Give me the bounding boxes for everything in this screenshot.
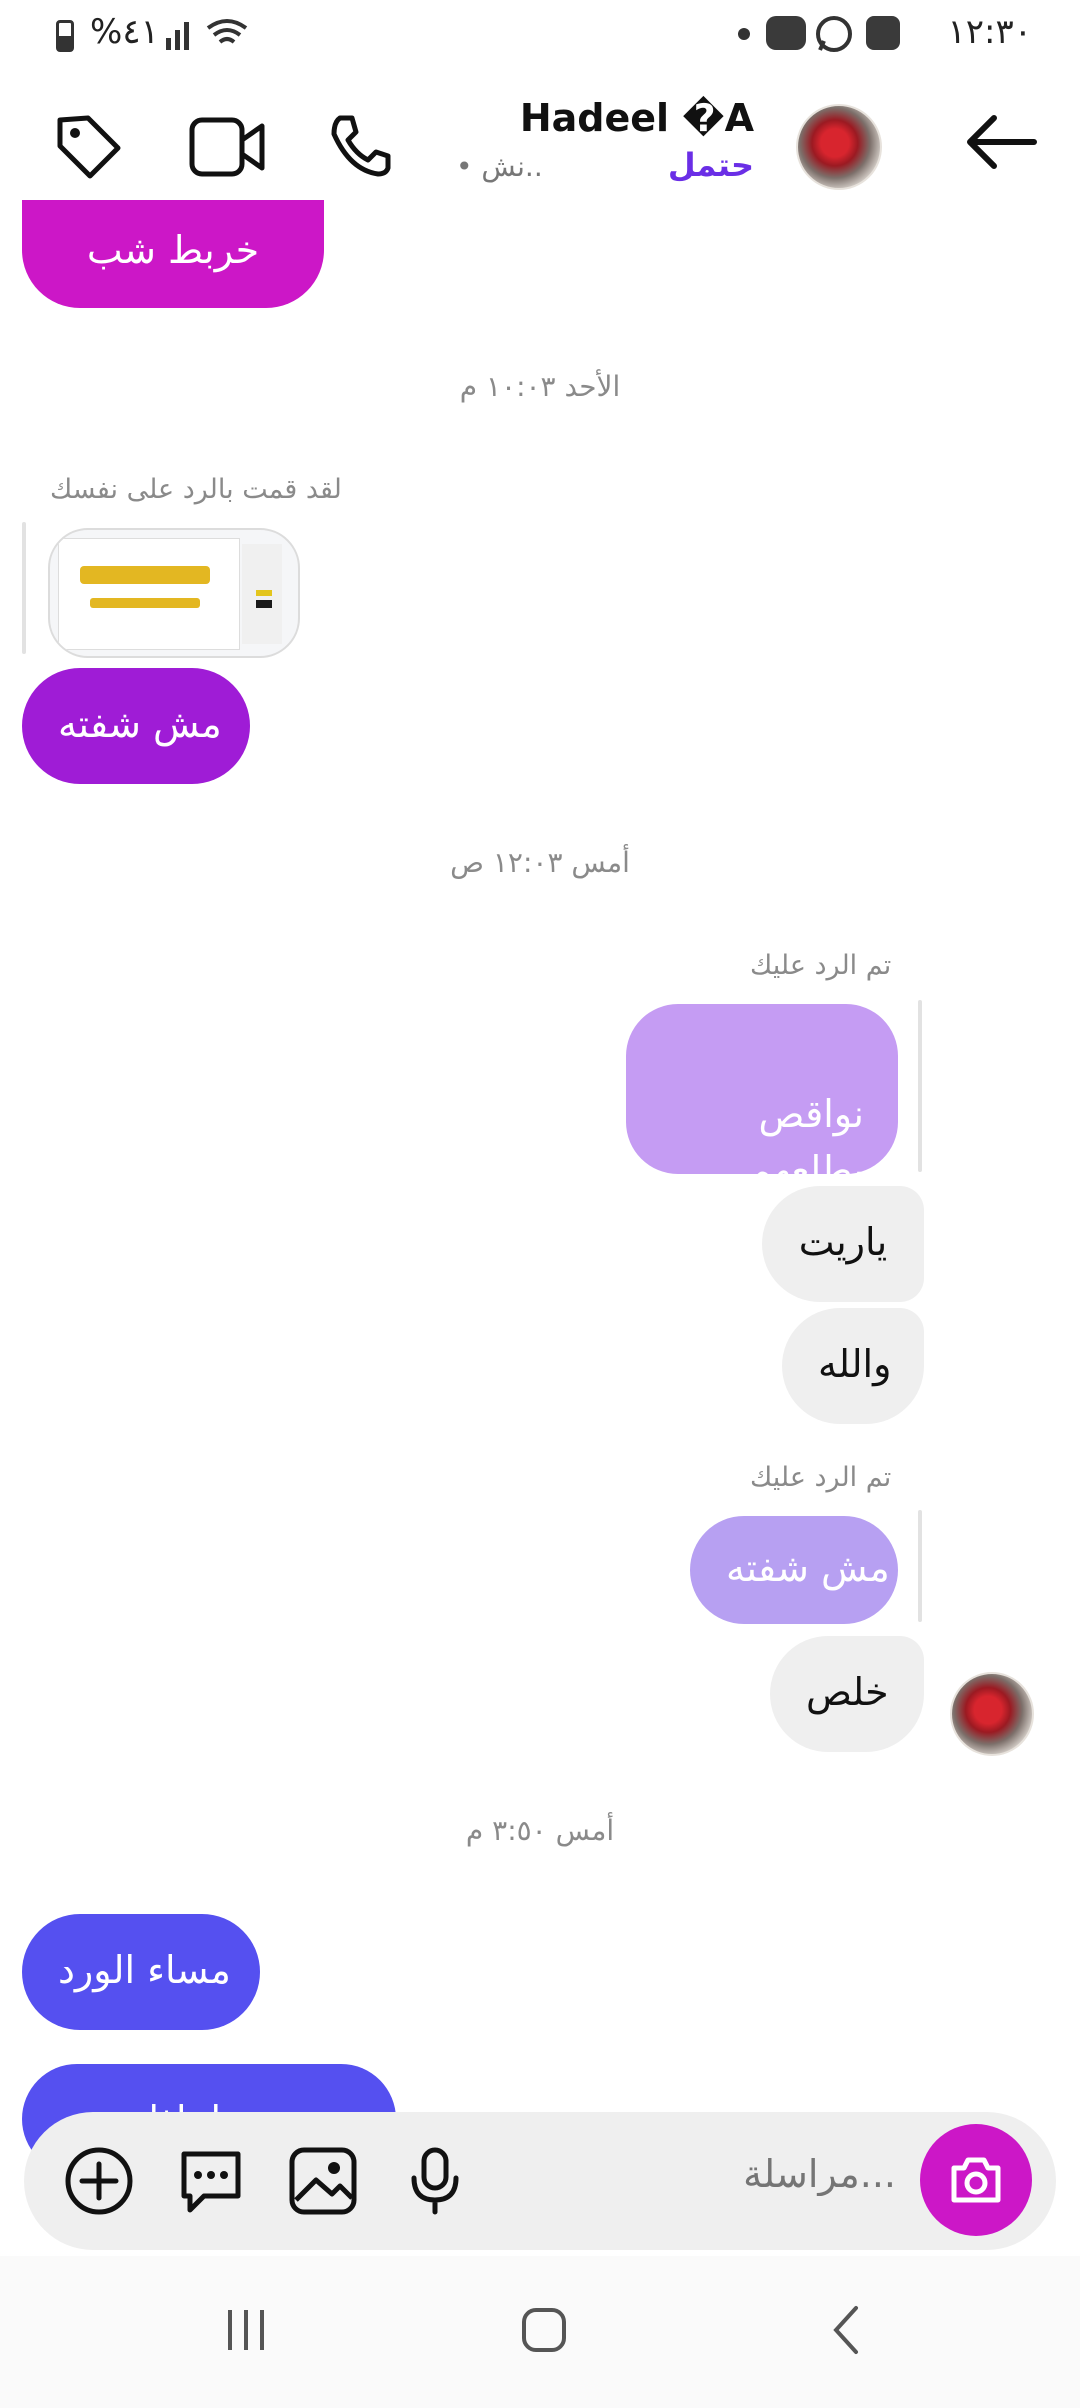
message-bubble[interactable]: مساء الورد	[22, 1914, 260, 2030]
timestamp: أمس ٣:٥٠ م	[465, 1814, 615, 1847]
message-text: مش شفته	[726, 1546, 890, 1590]
back-arrow-icon[interactable]	[964, 112, 1038, 172]
quoted-image-thumbnail[interactable]	[48, 528, 300, 658]
status-bar: ١٢:٣٠ %٤١	[0, 0, 1080, 72]
microphone-icon[interactable]	[398, 2144, 472, 2218]
camera-button[interactable]	[920, 2124, 1032, 2236]
message-bubble-partial[interactable]: خربط شب	[22, 200, 324, 308]
message-bubble[interactable]: خلص	[770, 1636, 924, 1752]
camera-icon	[951, 2157, 1001, 2203]
message-composer	[24, 2112, 1056, 2250]
message-text: خلص	[806, 1670, 889, 1714]
home-icon[interactable]	[514, 2300, 574, 2360]
active-status: حتمل	[667, 146, 754, 184]
message-bubble[interactable]: مش شفته	[22, 668, 250, 784]
contact-avatar-small[interactable]	[950, 1672, 1034, 1756]
message-text: والله	[818, 1342, 892, 1386]
contact-name[interactable]: Hadeel �A	[520, 96, 754, 140]
message-text: خربط شب	[86, 228, 260, 272]
reply-rule	[22, 522, 26, 654]
gallery-icon	[866, 16, 900, 50]
phone-icon[interactable]	[326, 112, 394, 180]
message-text: مساء الورد	[58, 1948, 231, 1992]
add-icon[interactable]	[62, 2144, 136, 2218]
notification-dot	[738, 28, 750, 40]
quoted-message-bubble[interactable]: مش شفته	[690, 1516, 898, 1624]
reply-note: لقد قمت بالرد على نفسك	[50, 474, 342, 505]
timestamp: أمس ١٢:٠٣ ص	[450, 846, 630, 879]
tag-icon[interactable]	[54, 112, 124, 182]
gallery-icon[interactable]	[286, 2144, 360, 2218]
battery-percent: %٤١	[90, 12, 159, 52]
reply-rule	[918, 1000, 922, 1172]
clock: ١٢:٣٠	[947, 12, 1032, 52]
wifi-icon	[206, 19, 248, 44]
recent-apps-icon[interactable]	[216, 2300, 276, 2360]
contact-avatar[interactable]	[796, 104, 882, 190]
reply-note: تم الرد عليك	[750, 1462, 892, 1493]
message-bubble[interactable]: والله	[782, 1308, 924, 1424]
message-text: مش شفته	[58, 702, 222, 746]
message-input[interactable]	[596, 2152, 896, 2196]
quoted-message-bubble[interactable]: نواقص بطلعهم خربط شب	[626, 1004, 898, 1248]
timestamp: الأحد ١٠:٠٣ م	[459, 370, 621, 403]
activity-text: • نش..	[456, 150, 543, 183]
reply-rule	[918, 1510, 922, 1622]
reply-note: تم الرد عليك	[750, 950, 892, 981]
video-icon[interactable]	[188, 114, 268, 180]
whatsapp-icon	[816, 16, 852, 52]
signal-icon	[166, 22, 189, 50]
youtube-icon	[766, 16, 806, 50]
message-text: ياريت	[798, 1220, 888, 1264]
back-icon[interactable]	[818, 2300, 878, 2360]
battery-icon	[56, 20, 74, 52]
system-navigation-bar	[0, 2256, 1080, 2408]
message-bubble[interactable]: ياريت	[762, 1186, 924, 1302]
chat-bubble-icon[interactable]	[174, 2144, 248, 2218]
